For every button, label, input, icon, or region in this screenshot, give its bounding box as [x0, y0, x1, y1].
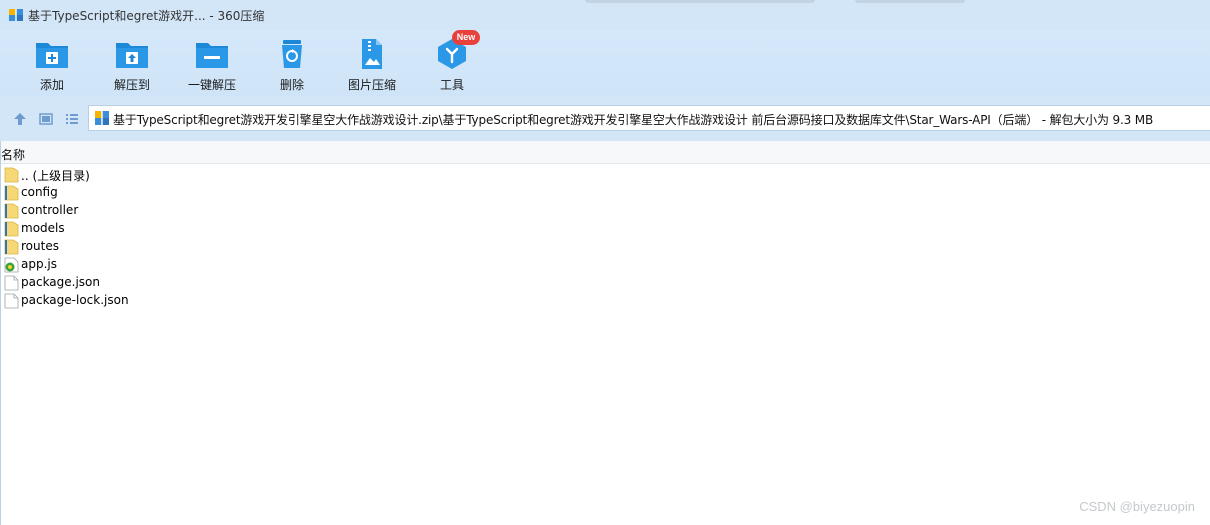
add-folder-icon [36, 43, 68, 68]
list-item-package-json[interactable]: package.json [0, 274, 400, 292]
delete-button[interactable]: 删除 [252, 30, 332, 97]
js-file-icon [4, 257, 19, 273]
image-compress-label: 图片压缩 [347, 78, 396, 92]
folder-icon [4, 167, 19, 183]
extract-to-button[interactable]: 解压到 [92, 30, 172, 97]
file-name: config [21, 185, 58, 199]
new-badge: New [452, 30, 480, 45]
list-item-parent[interactable]: .. (上级目录) [0, 166, 400, 184]
watermark: CSDN @biyezuopin [1079, 499, 1195, 514]
archive-file-icon [95, 111, 109, 125]
titlebar-decoration [855, 0, 965, 3]
folder-icon [4, 221, 19, 237]
file-list: .. (上级目录) config controller models route… [0, 166, 1210, 310]
current-path: 基于TypeScript和egret游戏开发引擎星空大作战游戏设计.zip\基于… [113, 113, 1154, 127]
list-item-routes[interactable]: routes [0, 238, 400, 256]
image-compress-icon [362, 39, 382, 69]
list-item-models[interactable]: models [0, 220, 400, 238]
recycle-delete-icon [282, 40, 302, 68]
file-name: routes [21, 239, 59, 253]
file-name: .. (上级目录) [21, 169, 90, 183]
file-name: models [21, 221, 65, 235]
list-item-controller[interactable]: controller [0, 202, 400, 220]
file-name: package-lock.json [21, 293, 129, 307]
one-click-extract-label: 一键解压 [187, 78, 236, 92]
list-item-config[interactable]: config [0, 184, 400, 202]
folder-icon [4, 185, 19, 201]
file-name: controller [21, 203, 79, 217]
add-button[interactable]: 添加 [12, 30, 92, 97]
list-view-icon[interactable] [65, 112, 79, 126]
thumbnail-view-icon[interactable] [39, 112, 53, 126]
add-label: 添加 [39, 78, 64, 92]
delete-label: 删除 [279, 78, 304, 92]
file-icon [4, 293, 19, 309]
extract-to-label: 解压到 [113, 78, 150, 92]
extract-to-icon [116, 43, 148, 68]
up-arrow-icon[interactable] [13, 112, 27, 126]
file-icon [4, 275, 19, 291]
folder-icon [4, 239, 19, 255]
image-compress-button[interactable]: 图片压缩 [332, 30, 412, 97]
tools-label: 工具 [439, 78, 464, 92]
column-name-header[interactable]: 名称 [1, 146, 25, 163]
toolbar: 添加 解压到 一键解压 删除 图片压缩 工具 New [0, 30, 1210, 97]
archive-app-icon [9, 9, 23, 21]
file-name: app.js [21, 257, 57, 271]
one-click-extract-icon [196, 43, 228, 68]
file-name: package.json [21, 275, 101, 289]
one-click-extract-button[interactable]: 一键解压 [172, 30, 252, 97]
title-bar: 基于TypeScript和egret游戏开... - 360压缩 [0, 0, 1210, 30]
address-bar: 基于TypeScript和egret游戏开发引擎星空大作战游戏设计.zip\基于… [0, 97, 1210, 141]
path-field[interactable]: 基于TypeScript和egret游戏开发引擎星空大作战游戏设计.zip\基于… [88, 105, 1210, 131]
list-item-app-js[interactable]: app.js [0, 256, 400, 274]
window-title: 基于TypeScript和egret游戏开... - 360压缩 [28, 9, 265, 23]
column-header: 名称 [0, 141, 1210, 164]
titlebar-decoration [585, 0, 815, 3]
list-item-package-lock-json[interactable]: package-lock.json [0, 292, 400, 310]
folder-icon [4, 203, 19, 219]
